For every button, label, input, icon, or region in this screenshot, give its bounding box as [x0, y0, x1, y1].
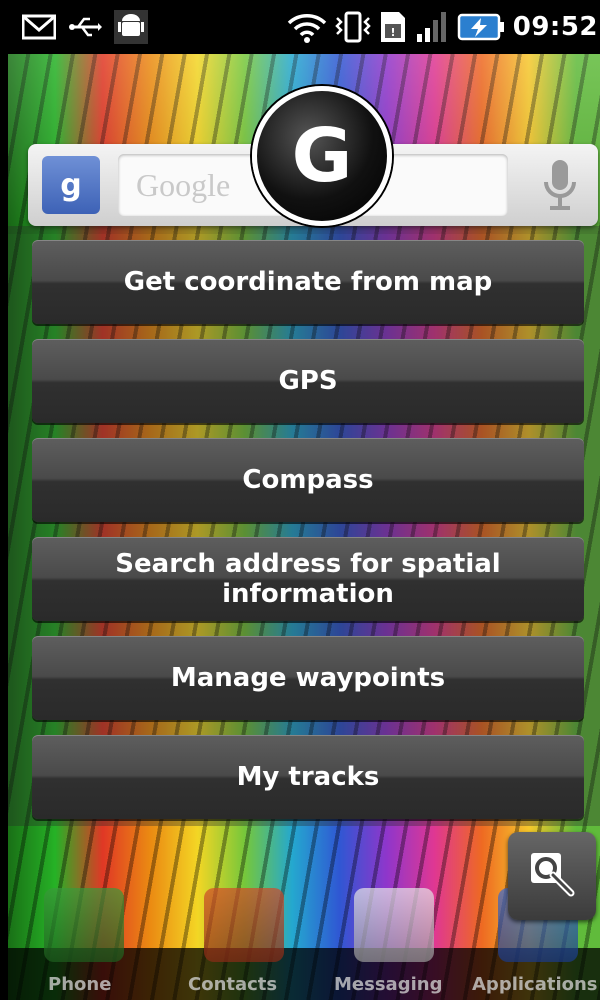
- google-logo-icon: g: [42, 156, 100, 214]
- menu-item-label: GPS: [278, 366, 338, 396]
- get-coordinate-from-map-button[interactable]: Get coordinate from map: [32, 240, 584, 324]
- app-logo-icon: G: [252, 86, 392, 226]
- status-bar: ! 09:52: [8, 0, 600, 54]
- screen: ! 09:52 g Google G Get coordinate from m…: [8, 0, 600, 1000]
- menu-item-label: Compass: [242, 465, 374, 495]
- menu-item-label: Manage waypoints: [170, 663, 446, 693]
- main-menu: Get coordinate from map GPS Compass Sear…: [8, 226, 600, 826]
- gps-button[interactable]: GPS: [32, 339, 584, 423]
- phone-app-icon[interactable]: [44, 888, 124, 962]
- android-debug-icon: [114, 10, 148, 44]
- dock-label-messaging: Messaging: [334, 974, 443, 995]
- search-button[interactable]: [508, 832, 596, 920]
- menu-item-label: Get coordinate from map: [123, 267, 493, 297]
- signal-icon: [415, 10, 449, 44]
- compass-button[interactable]: Compass: [32, 438, 584, 522]
- menu-item-label: My tracks: [236, 762, 380, 792]
- sim-icon: !: [379, 10, 407, 44]
- magnifier-icon: [527, 849, 577, 903]
- dock-label-applications: Applications: [472, 974, 598, 995]
- gmail-icon: [22, 14, 56, 40]
- microphone-icon[interactable]: [540, 158, 580, 214]
- search-address-button[interactable]: Search address for spatial information: [32, 537, 584, 621]
- app-logo-letter: G: [291, 113, 353, 199]
- manage-waypoints-button[interactable]: Manage waypoints: [32, 636, 584, 720]
- battery-charging-icon: [457, 12, 505, 42]
- wifi-icon: [287, 11, 327, 43]
- status-clock: 09:52: [512, 12, 598, 42]
- my-tracks-button[interactable]: My tracks: [32, 735, 584, 819]
- menu-item-label: Search address for spatial information: [115, 549, 501, 609]
- contacts-app-icon[interactable]: [204, 888, 284, 962]
- dock-label-phone: Phone: [48, 974, 112, 995]
- messaging-app-icon[interactable]: [354, 888, 434, 962]
- usb-icon: [68, 14, 102, 40]
- dock-label-contacts: Contacts: [188, 974, 278, 995]
- vibrate-icon: [334, 10, 371, 44]
- svg-text:!: !: [390, 26, 395, 39]
